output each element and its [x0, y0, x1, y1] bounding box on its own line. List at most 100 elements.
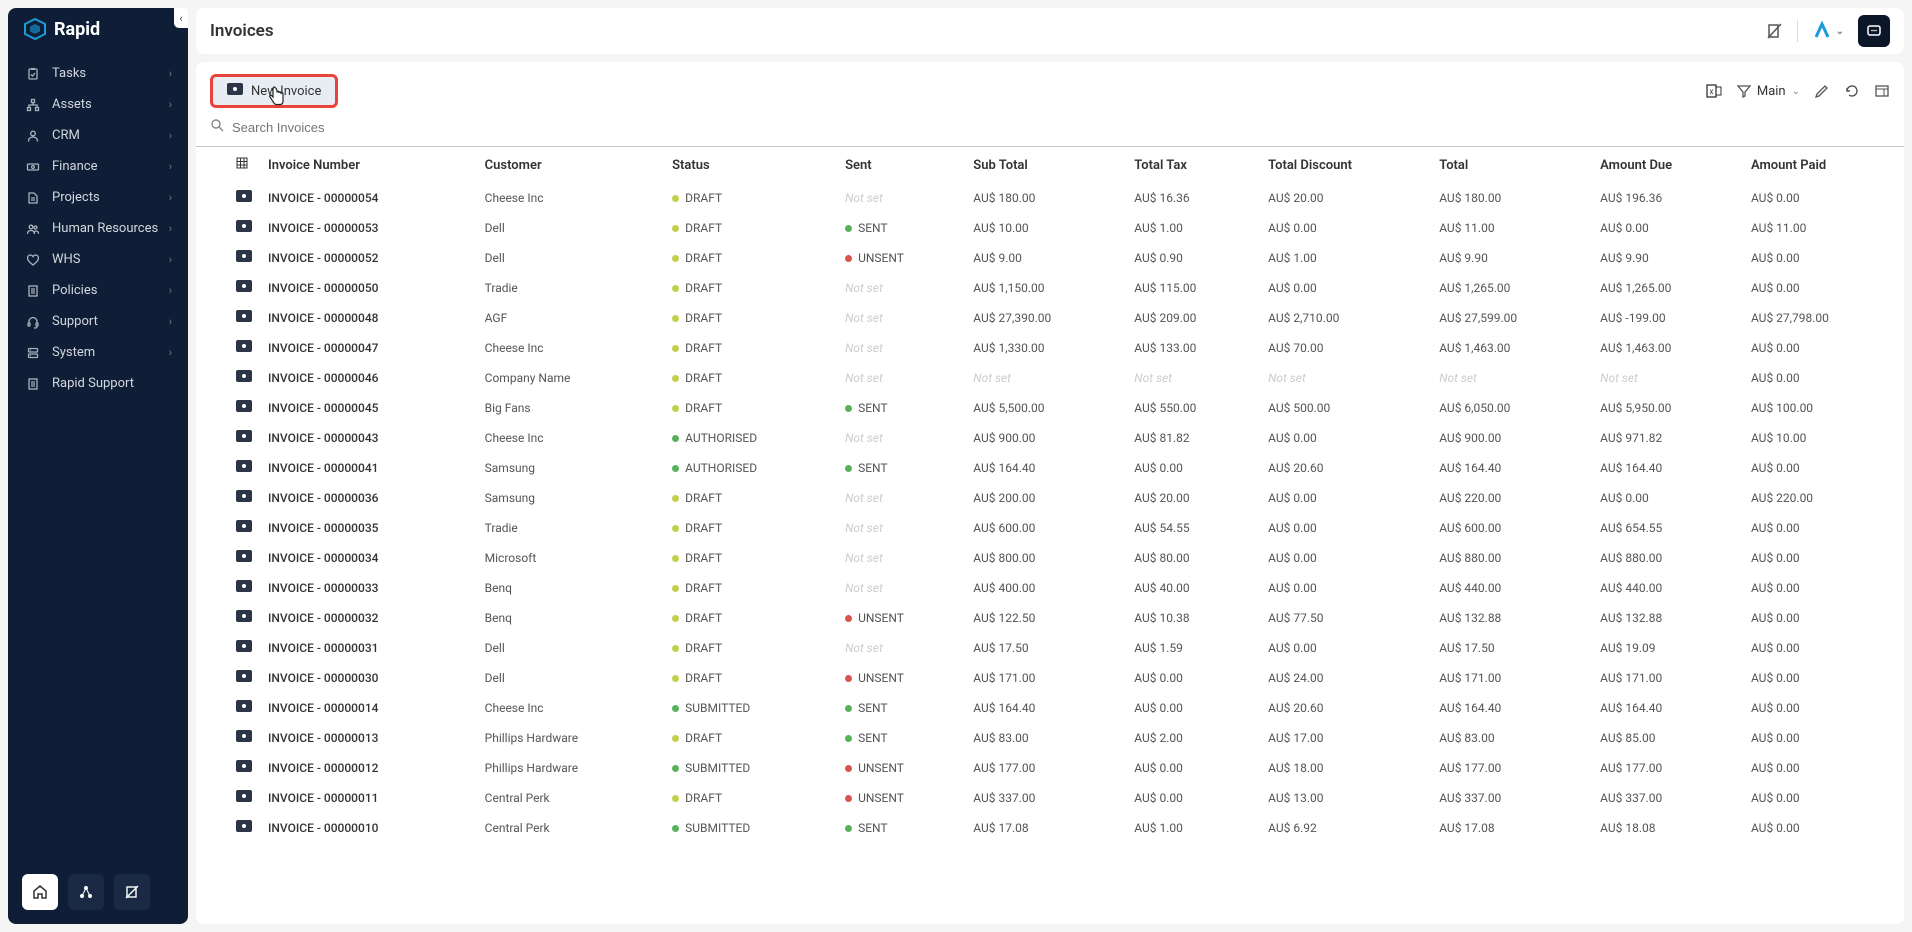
column-header[interactable]: Status: [664, 147, 837, 183]
sidebar-item-finance[interactable]: Finance›: [14, 151, 182, 182]
search-input[interactable]: [232, 120, 532, 135]
due-cell: AU$ 440.00: [1592, 573, 1743, 603]
invoice-icon: [236, 580, 252, 592]
column-header[interactable]: Customer: [477, 147, 664, 183]
invoice-number-cell: INVOICE - 00000052: [260, 243, 477, 273]
table-row[interactable]: INVOICE - 00000054Cheese IncDRAFTNot set…: [196, 183, 1904, 213]
table-row[interactable]: INVOICE - 00000012Phillips HardwareSUBMI…: [196, 753, 1904, 783]
table-row[interactable]: INVOICE - 00000041SamsungAUTHORISEDSENTA…: [196, 453, 1904, 483]
main-content: Invoices ⌄ New Invoice: [196, 8, 1904, 924]
column-header-icon[interactable]: [196, 147, 260, 183]
table-row[interactable]: INVOICE - 00000031DellDRAFTNot setAU$ 17…: [196, 633, 1904, 663]
cell-value: AU$ 1,150.00: [973, 281, 1044, 295]
table-row[interactable]: INVOICE - 00000046Company NameDRAFTNot s…: [196, 363, 1904, 393]
subtotal-cell: AU$ 800.00: [965, 543, 1126, 573]
home-tool-button[interactable]: [22, 874, 58, 910]
notification-off-icon: [124, 884, 140, 900]
nav-icon: [24, 191, 42, 205]
table-row[interactable]: INVOICE - 00000035TradieDRAFTNot setAU$ …: [196, 513, 1904, 543]
sidebar-item-projects[interactable]: Projects›: [14, 182, 182, 213]
sidebar-item-tasks[interactable]: Tasks›: [14, 58, 182, 89]
cell-value: AU$ 0.00: [1751, 641, 1800, 655]
table-row[interactable]: INVOICE - 00000030DellDRAFTUNSENTAU$ 171…: [196, 663, 1904, 693]
cell-not-set: Not set: [845, 311, 883, 325]
column-header[interactable]: Amount Due: [1592, 147, 1743, 183]
cell-value: AU$ 971.82: [1600, 431, 1662, 445]
subtotal-cell: Not set: [965, 363, 1126, 393]
sidebar-item-policies[interactable]: Policies›: [14, 275, 182, 306]
filter-selector[interactable]: Main ⌄: [1737, 84, 1800, 99]
column-header[interactable]: Sub Total: [965, 147, 1126, 183]
table-scroll[interactable]: Invoice NumberCustomerStatusSentSub Tota…: [196, 147, 1904, 924]
column-header[interactable]: Total Discount: [1260, 147, 1431, 183]
header-notification-button[interactable]: [1765, 22, 1783, 40]
sidebar-item-system[interactable]: System›: [14, 337, 182, 368]
sidebar-collapse-button[interactable]: ‹: [174, 8, 188, 28]
chevron-right-icon: ›: [169, 253, 172, 266]
status-cell: DRAFT: [664, 363, 837, 393]
table-row[interactable]: INVOICE - 00000052DellDRAFTUNSENTAU$ 9.0…: [196, 243, 1904, 273]
status-dot: [672, 195, 679, 202]
chat-button[interactable]: [1858, 15, 1890, 47]
cell-value: AU$ 17.08: [973, 821, 1028, 835]
sidebar-item-whs[interactable]: WHS›: [14, 244, 182, 275]
chevron-right-icon: ›: [169, 222, 172, 235]
new-invoice-button[interactable]: New Invoice: [210, 74, 338, 108]
column-header[interactable]: Invoice Number: [260, 147, 477, 183]
brand-selector[interactable]: ⌄: [1812, 21, 1844, 41]
notification-tool-button[interactable]: [114, 874, 150, 910]
sidebar-item-rapid-support[interactable]: Rapid Support: [14, 368, 182, 399]
app-logo[interactable]: Rapid: [8, 8, 188, 58]
network-tool-button[interactable]: [68, 874, 104, 910]
table-row[interactable]: INVOICE - 00000036SamsungDRAFTNot setAU$…: [196, 483, 1904, 513]
sidebar-item-support[interactable]: Support›: [14, 306, 182, 337]
export-excel-button[interactable]: x: [1705, 82, 1723, 100]
cell-value: AU$ 654.55: [1600, 521, 1662, 535]
invoice-icon: [227, 83, 243, 99]
tax-cell: AU$ 80.00: [1126, 543, 1260, 573]
table-row[interactable]: INVOICE - 00000050TradieDRAFTNot setAU$ …: [196, 273, 1904, 303]
tax-cell: AU$ 16.36: [1126, 183, 1260, 213]
cell-not-set: Not set: [845, 341, 883, 355]
customer-cell: Cheese Inc: [477, 333, 664, 363]
table-row[interactable]: INVOICE - 00000014Cheese IncSUBMITTEDSEN…: [196, 693, 1904, 723]
discount-cell: AU$ 500.00: [1260, 393, 1431, 423]
table-row[interactable]: INVOICE - 00000032BenqDRAFTUNSENTAU$ 122…: [196, 603, 1904, 633]
cell-value: AU$ 0.90: [1134, 251, 1183, 265]
table-row[interactable]: INVOICE - 00000047Cheese IncDRAFTNot set…: [196, 333, 1904, 363]
table-row[interactable]: INVOICE - 00000033BenqDRAFTNot setAU$ 40…: [196, 573, 1904, 603]
sidebar-item-human-resources[interactable]: Human Resources›: [14, 213, 182, 244]
edit-button[interactable]: [1814, 83, 1830, 99]
sidebar-item-label: Rapid Support: [52, 376, 134, 391]
cell-value: AU$ 27,599.00: [1439, 311, 1517, 325]
subtotal-cell: AU$ 17.08: [965, 813, 1126, 843]
subtotal-cell: AU$ 177.00: [965, 753, 1126, 783]
table-row[interactable]: INVOICE - 00000034MicrosoftDRAFTNot setA…: [196, 543, 1904, 573]
layout-button[interactable]: [1874, 83, 1890, 99]
table-row[interactable]: INVOICE - 00000048AGFDRAFTNot setAU$ 27,…: [196, 303, 1904, 333]
status-cell: DRAFT: [664, 573, 837, 603]
table-row[interactable]: INVOICE - 00000013Phillips HardwareDRAFT…: [196, 723, 1904, 753]
table-row[interactable]: INVOICE - 00000053DellDRAFTSENTAU$ 10.00…: [196, 213, 1904, 243]
cell-value: AU$ 5,500.00: [973, 401, 1044, 415]
table-row[interactable]: INVOICE - 00000010Central PerkSUBMITTEDS…: [196, 813, 1904, 843]
cell-value: AU$ 0.00: [1134, 761, 1183, 775]
sent-dot: [845, 825, 852, 832]
customer-cell: Phillips Hardware: [477, 723, 664, 753]
column-header[interactable]: Total: [1431, 147, 1592, 183]
refresh-button[interactable]: [1844, 83, 1860, 99]
cell-value: AU$ 0.00: [1751, 761, 1800, 775]
sidebar-item-assets[interactable]: Assets›: [14, 89, 182, 120]
cell-value: AU$ 16.36: [1134, 191, 1189, 205]
table-row[interactable]: INVOICE - 00000045Big FansDRAFTSENTAU$ 5…: [196, 393, 1904, 423]
status-dot: [672, 765, 679, 772]
total-cell: AU$ 180.00: [1431, 183, 1592, 213]
status-dot: [672, 435, 679, 442]
table-row[interactable]: INVOICE - 00000043Cheese IncAUTHORISEDNo…: [196, 423, 1904, 453]
chat-icon: [1866, 23, 1882, 39]
column-header[interactable]: Amount Paid: [1743, 147, 1904, 183]
column-header[interactable]: Total Tax: [1126, 147, 1260, 183]
column-header[interactable]: Sent: [837, 147, 965, 183]
sidebar-item-crm[interactable]: CRM›: [14, 120, 182, 151]
table-row[interactable]: INVOICE - 00000011Central PerkDRAFTUNSEN…: [196, 783, 1904, 813]
